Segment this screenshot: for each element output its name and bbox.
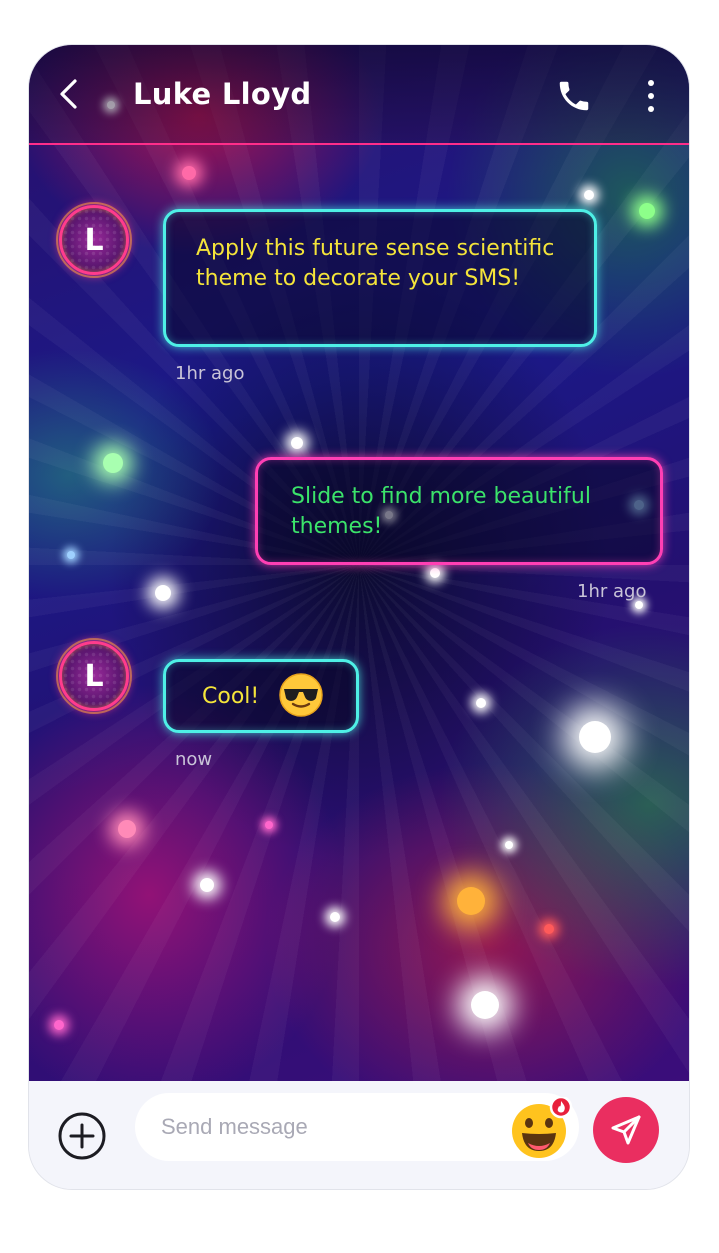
message-text: Slide to find more beautiful themes! [291, 484, 591, 539]
incoming-message-bubble[interactable]: Apply this future sense scientific theme… [163, 209, 597, 347]
message-text: Cool! [202, 684, 260, 709]
sparkle-dot [118, 820, 136, 838]
send-icon [611, 1115, 641, 1145]
plus-circle-icon[interactable] [57, 1111, 107, 1161]
send-button[interactable] [593, 1097, 659, 1163]
message-timestamp: 1hr ago [577, 581, 647, 602]
chevron-left-icon[interactable] [53, 77, 87, 111]
sparkle-dot [200, 878, 214, 892]
sparkle-dot [155, 585, 171, 601]
avatar[interactable]: L [56, 202, 132, 278]
phone-frame: Luke Lloyd L Apply this future sense sci… [28, 44, 690, 1190]
sparkle-dot [476, 698, 486, 708]
message-timestamp: now [175, 749, 213, 770]
grinning-face-icon[interactable] [509, 1097, 573, 1161]
sparkle-dot [67, 551, 75, 559]
chat-header: Luke Lloyd [29, 45, 689, 145]
sparkle-dot [579, 721, 611, 753]
avatar-letter: L [84, 222, 104, 258]
outgoing-message-bubble[interactable]: Slide to find more beautiful themes! [255, 457, 663, 565]
phone-icon[interactable] [555, 77, 593, 115]
sparkle-dot [330, 912, 340, 922]
sparkle-dot [471, 991, 499, 1019]
sparkle-dot [291, 437, 303, 449]
sparkle-dot [584, 190, 594, 200]
sparkle-dot [430, 568, 440, 578]
message-text: Apply this future sense scientific theme… [196, 236, 555, 291]
incoming-message-bubble[interactable]: Cool! [163, 659, 359, 733]
more-vertical-icon[interactable] [641, 78, 661, 114]
avatar-letter: L [84, 658, 104, 694]
contact-name: Luke Lloyd [133, 77, 312, 111]
message-composer [29, 1081, 689, 1189]
sparkle-dot [635, 601, 643, 609]
sparkle-dot [505, 841, 513, 849]
sparkle-dot [457, 887, 485, 915]
sunglasses-emoji-icon [279, 673, 323, 717]
message-timestamp: 1hr ago [175, 363, 245, 384]
sparkle-dot [639, 203, 655, 219]
sparkle-dot [54, 1020, 64, 1030]
sparkle-dot [182, 166, 196, 180]
sparkle-dot [265, 821, 273, 829]
sparkle-dot [103, 453, 123, 473]
avatar[interactable]: L [56, 638, 132, 714]
sparkle-dot [544, 924, 554, 934]
